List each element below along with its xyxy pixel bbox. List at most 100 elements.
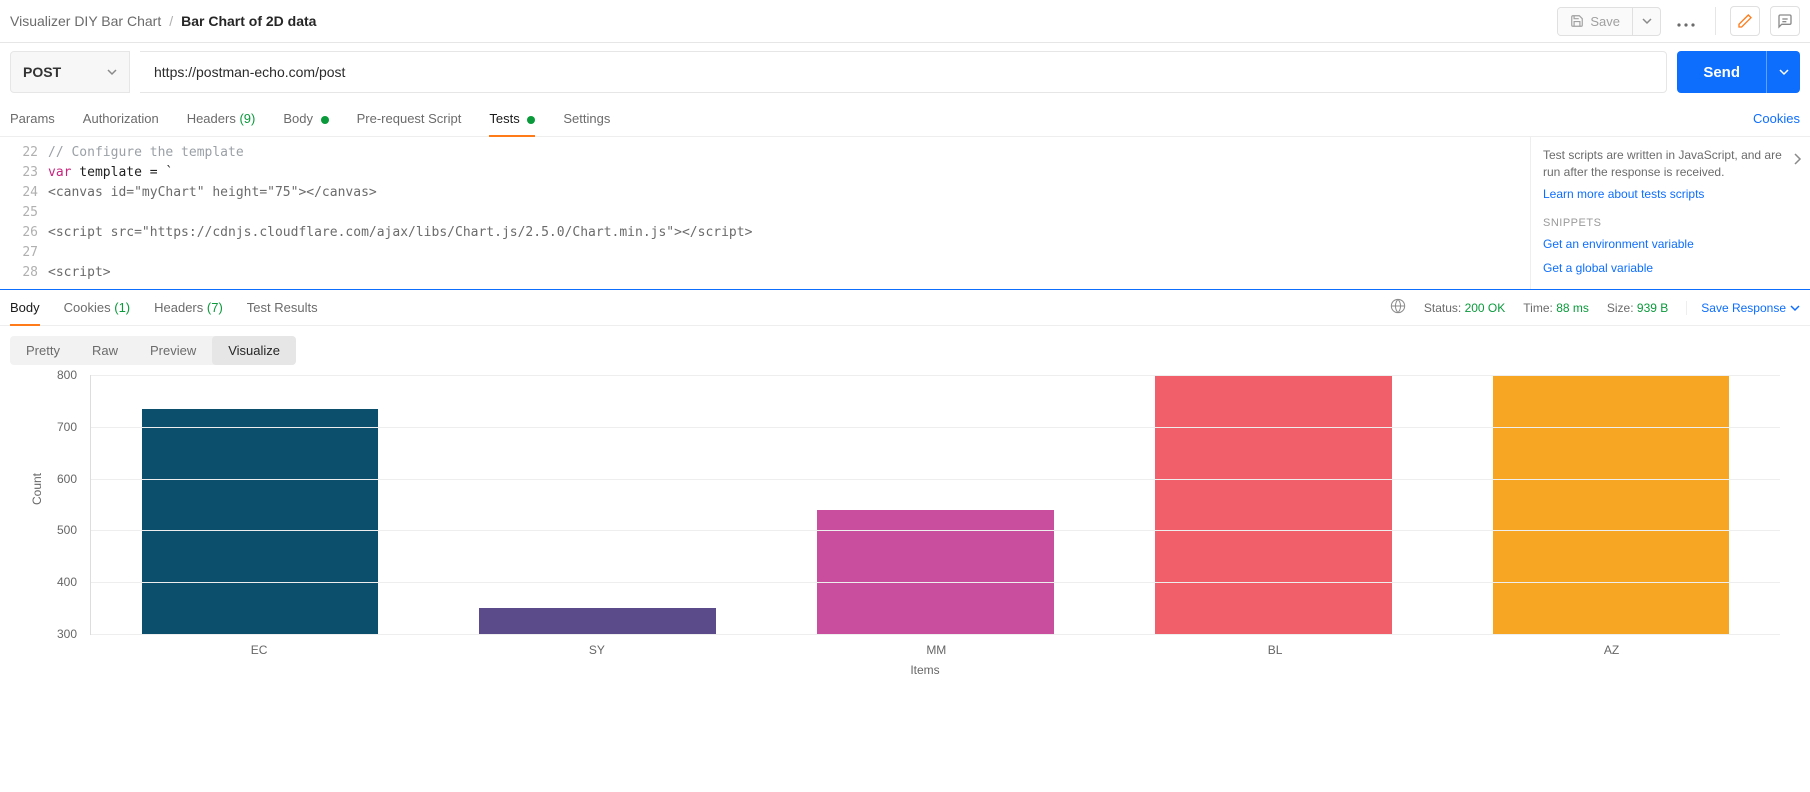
resp-tab-body[interactable]: Body: [10, 290, 40, 325]
url-input[interactable]: https://postman-echo.com/post: [140, 51, 1667, 93]
y-axis-label: Count: [30, 473, 44, 505]
pencil-icon: [1737, 13, 1753, 29]
request-row: POST https://postman-echo.com/post Send: [0, 43, 1810, 93]
save-caret[interactable]: [1632, 8, 1660, 35]
tests-sidebar: Test scripts are written in JavaScript, …: [1530, 137, 1810, 289]
line-number: 27: [0, 243, 38, 263]
viewmode-preview[interactable]: Preview: [134, 336, 212, 365]
tab-body[interactable]: Body: [283, 101, 328, 136]
snippets-header: SNIPPETS: [1543, 217, 1798, 229]
tab-label: Headers: [187, 111, 236, 126]
comments-button[interactable]: [1770, 6, 1800, 36]
more-actions-button[interactable]: [1671, 8, 1701, 34]
save-button[interactable]: Save: [1558, 8, 1632, 35]
globe-icon[interactable]: [1390, 298, 1406, 317]
y-tick: 300: [57, 627, 77, 641]
viewmode-pretty[interactable]: Pretty: [10, 336, 76, 365]
sidebar-description: Test scripts are written in JavaScript, …: [1543, 147, 1798, 181]
header-row: Visualizer DIY Bar Chart / Bar Chart of …: [0, 0, 1810, 43]
gridline: [91, 530, 1780, 531]
code-line: <script>: [48, 265, 111, 280]
x-tick: SY: [589, 643, 605, 657]
tab-headers[interactable]: Headers (9): [187, 101, 256, 136]
viewmode-raw[interactable]: Raw: [76, 336, 134, 365]
divider: [1715, 7, 1716, 35]
gridline: [91, 375, 1780, 376]
learn-more-link[interactable]: Learn more about tests scripts: [1543, 187, 1798, 201]
comment-icon: [1777, 13, 1793, 29]
resp-tab-headers[interactable]: Headers (7): [154, 290, 223, 325]
bar-EC: [142, 409, 378, 634]
save-response-label: Save Response: [1701, 301, 1786, 315]
x-tick: EC: [251, 643, 268, 657]
tab-settings[interactable]: Settings: [563, 101, 610, 136]
x-tick: AZ: [1604, 643, 1619, 657]
tab-label: Cookies: [64, 300, 111, 315]
chevron-right-icon[interactable]: [1792, 153, 1802, 168]
plot-area: 300400500600700800: [90, 375, 1780, 635]
status-label: Status:: [1424, 301, 1461, 315]
gridline: [91, 582, 1780, 583]
breadcrumb-parent[interactable]: Visualizer DIY Bar Chart: [10, 13, 161, 29]
line-number: 24: [0, 183, 38, 203]
code-content: // Configure the template var template =…: [48, 143, 1530, 283]
line-number: 25: [0, 203, 38, 223]
bars-layer: [91, 375, 1780, 634]
code-editor[interactable]: 22 23 24 25 26 27 28 // Configure the te…: [0, 137, 1530, 289]
line-number: 28: [0, 263, 38, 283]
line-gutter: 22 23 24 25 26 27 28: [0, 143, 48, 283]
gridline: [91, 479, 1780, 480]
chart-container: Count 300400500600700800 ECSYMMBLAZ Item…: [0, 375, 1810, 685]
tab-authorization[interactable]: Authorization: [83, 101, 159, 136]
tab-prerequest[interactable]: Pre-request Script: [357, 101, 462, 136]
tab-tests[interactable]: Tests: [489, 101, 535, 136]
resp-tab-testresults[interactable]: Test Results: [247, 290, 318, 325]
save-response-button[interactable]: Save Response: [1686, 301, 1800, 315]
send-caret[interactable]: [1766, 51, 1800, 93]
headers-count: (9): [239, 111, 255, 126]
send-group: Send: [1677, 51, 1800, 93]
url-value: https://postman-echo.com/post: [154, 64, 345, 80]
y-tick: 600: [57, 472, 77, 486]
bar-SY: [479, 608, 715, 634]
line-number: 23: [0, 163, 38, 183]
chevron-down-icon: [1642, 16, 1652, 26]
x-tick: BL: [1268, 643, 1283, 657]
top-actions: Save: [1557, 6, 1800, 36]
breadcrumb-sep: /: [169, 13, 173, 29]
status-dot-icon: [527, 116, 535, 124]
tab-label: Body: [283, 111, 313, 126]
breadcrumb: Visualizer DIY Bar Chart / Bar Chart of …: [10, 13, 316, 29]
code-line: <script src="https://cdnjs.cloudflare.co…: [48, 225, 752, 240]
gridline: [91, 427, 1780, 428]
bar-chart: Count 300400500600700800 ECSYMMBLAZ Item…: [60, 375, 1790, 675]
cookies-count: (1): [114, 300, 130, 315]
send-button[interactable]: Send: [1677, 51, 1766, 93]
snippet-link[interactable]: Get an environment variable: [1543, 237, 1798, 251]
status-value: 200 OK: [1465, 301, 1506, 315]
chevron-down-icon: [107, 64, 117, 80]
resp-tab-cookies[interactable]: Cookies (1): [64, 290, 130, 325]
editor-wrap: 22 23 24 25 26 27 28 // Configure the te…: [0, 137, 1810, 290]
method-select[interactable]: POST: [10, 51, 130, 93]
viewmode-visualize[interactable]: Visualize: [212, 336, 296, 365]
size-label: Size:: [1607, 301, 1634, 315]
snippet-link[interactable]: Get a global variable: [1543, 261, 1798, 275]
y-tick: 800: [57, 368, 77, 382]
save-group: Save: [1557, 7, 1661, 36]
cookies-link[interactable]: Cookies: [1753, 101, 1800, 136]
time-value: 88 ms: [1556, 301, 1589, 315]
edit-button[interactable]: [1730, 6, 1760, 36]
bar-AZ: [1493, 375, 1729, 634]
code-line: <canvas id="myChart" height="75"></canva…: [48, 185, 377, 200]
x-tick-row: EC SY MM BL AZ: [90, 643, 1780, 657]
size-value: 939 B: [1637, 301, 1668, 315]
headers-count: (7): [207, 300, 223, 315]
bar-MM: [817, 510, 1053, 634]
response-meta: Status: 200 OK Time: 88 ms Size: 939 B S…: [1390, 298, 1800, 317]
tab-params[interactable]: Params: [10, 101, 55, 136]
x-tick: MM: [926, 643, 946, 657]
bar-BL: [1155, 375, 1391, 634]
tab-label: Headers: [154, 300, 203, 315]
view-mode-group: Pretty Raw Preview Visualize: [10, 336, 296, 365]
